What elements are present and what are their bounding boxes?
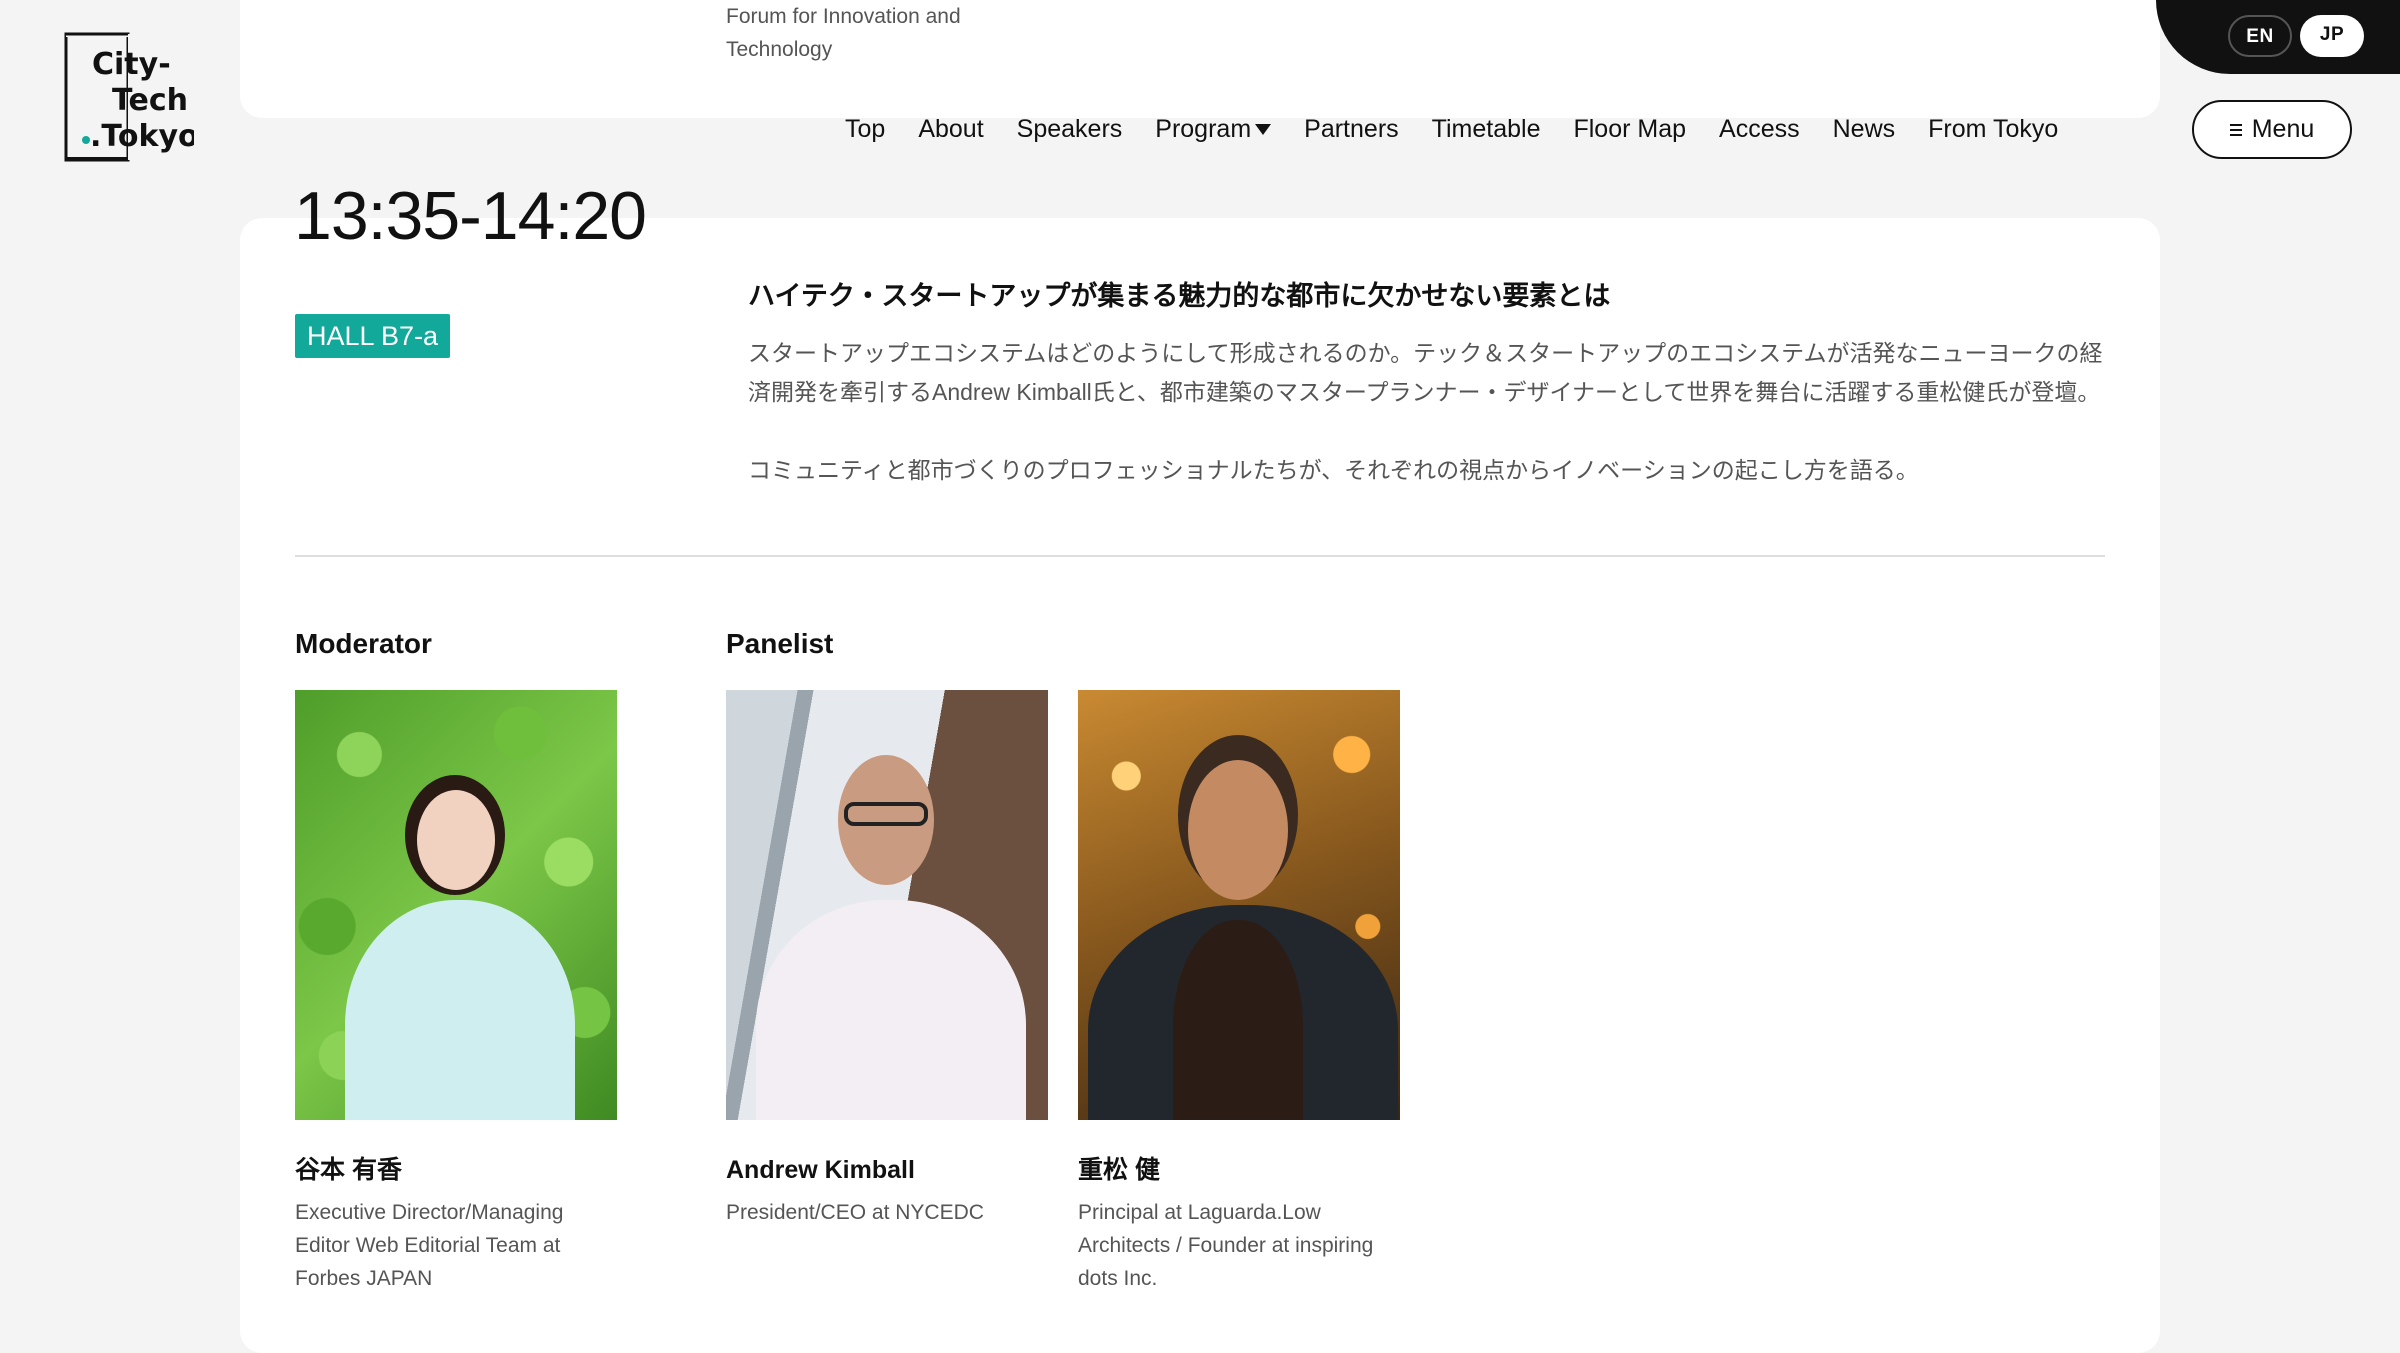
session-time: 13:35-14:20 — [294, 178, 647, 254]
speaker-photo[interactable] — [295, 690, 617, 1120]
session-title: ハイテク・スタートアップが集まる魅力的な都市に欠かせない要素とは — [748, 281, 1611, 311]
speaker-name[interactable]: 谷本 有香 — [295, 1150, 617, 1190]
speaker-card-panelist[interactable]: 重松 健 Principal at Laguarda.Low Architect… — [1078, 690, 1400, 1295]
nav-from-tokyo[interactable]: From Tokyo — [1928, 115, 2058, 144]
nav-speakers[interactable]: Speakers — [1017, 115, 1123, 144]
header-card: Forum for Innovation and Technology — [240, 0, 2160, 118]
language-switch: EN JP — [2156, 0, 2400, 74]
photo-glasses — [844, 802, 928, 826]
logo-mark: City- Tech .Tokyo — [64, 32, 194, 162]
speaker-card-panelist[interactable]: Andrew Kimball President/CEO at NYCEDC — [726, 690, 1048, 1229]
photo-shirt — [1173, 920, 1303, 1120]
nav-partners[interactable]: Partners — [1304, 115, 1398, 144]
description-paragraph: コミュニティと都市づくりのプロフェッショナルたちが、それぞれの視点からイノベーシ… — [748, 457, 1919, 483]
description-paragraph: スタートアップエコシステムはどのようにして形成されるのか。テック＆スタートアップ… — [748, 340, 2103, 405]
photo-face — [1188, 760, 1288, 900]
menu-label: Menu — [2251, 115, 2315, 143]
logo-line-1: City- — [92, 47, 171, 82]
site-tagline: Forum for Innovation and Technology — [726, 5, 961, 61]
speaker-name[interactable]: 重松 健 — [1078, 1150, 1400, 1190]
nav-access[interactable]: Access — [1719, 115, 1800, 144]
session-description: スタートアップエコシステムはどのようにして形成されるのか。テック＆スタートアップ… — [748, 334, 2108, 529]
nav-floor-map[interactable]: Floor Map — [1573, 115, 1686, 144]
logo-line-3: .Tokyo — [90, 119, 194, 154]
main-nav: Top About Speakers Program Partners Time… — [845, 108, 2058, 150]
speaker-name[interactable]: Andrew Kimball — [726, 1150, 1048, 1190]
divider — [295, 555, 2105, 557]
moderator-heading: Moderator — [295, 628, 432, 659]
photo-figure — [345, 900, 575, 1120]
lang-jp-button[interactable]: JP — [2300, 15, 2364, 57]
speaker-card-moderator[interactable]: 谷本 有香 Executive Director/Managing Editor… — [295, 690, 617, 1295]
nav-program-label: Program — [1155, 114, 1252, 143]
speaker-photo[interactable] — [726, 690, 1048, 1120]
site-logo[interactable]: City- Tech .Tokyo — [64, 32, 194, 162]
caret-down-icon — [1255, 123, 1272, 135]
page: Forum for Innovation and Technology City… — [0, 0, 2400, 1353]
logo-line-2: Tech — [112, 83, 188, 118]
menu-button[interactable]: Menu — [2192, 100, 2352, 159]
hamburger-icon — [2229, 123, 2242, 136]
photo-figure — [756, 900, 1026, 1120]
speaker-photo[interactable] — [1078, 690, 1400, 1120]
speaker-affiliation: Executive Director/Managing Editor Web E… — [295, 1201, 564, 1290]
lang-en-button[interactable]: EN — [2228, 15, 2292, 57]
nav-top[interactable]: Top — [845, 115, 885, 144]
nav-news[interactable]: News — [1833, 115, 1896, 144]
nav-about[interactable]: About — [918, 115, 983, 144]
nav-timetable[interactable]: Timetable — [1432, 115, 1541, 144]
photo-face — [417, 790, 495, 890]
nav-program[interactable]: Program — [1155, 114, 1272, 144]
hall-badge: HALL B7-a — [295, 314, 451, 358]
speaker-affiliation: President/CEO at NYCEDC — [726, 1201, 984, 1224]
speaker-affiliation: Principal at Laguarda.Low Architects / F… — [1078, 1201, 1374, 1290]
panelist-heading: Panelist — [726, 628, 834, 659]
